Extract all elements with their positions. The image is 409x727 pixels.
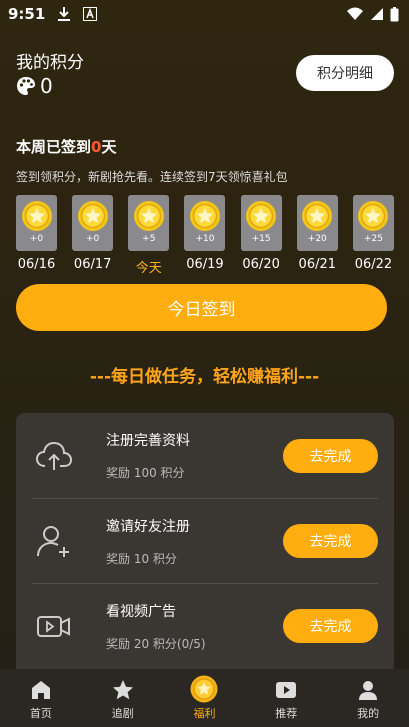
video-icon	[37, 616, 70, 637]
font-notification-icon	[83, 7, 98, 21]
coin-star-icon	[21, 201, 52, 231]
checkin-days-count: 0	[91, 138, 102, 156]
status-bar: 9:51	[0, 0, 409, 28]
coin-star-icon	[246, 201, 277, 231]
day-reward: +20	[307, 234, 327, 244]
welfare-star-icon	[190, 675, 218, 703]
day-reward: +0	[86, 234, 100, 244]
download-icon	[58, 7, 71, 21]
task-reward: 奖励 20 积分(0/5)	[106, 636, 206, 651]
checkin-day: +0 06/16	[16, 195, 57, 276]
coin-star-icon	[77, 201, 108, 231]
day-date: 06/16	[17, 257, 56, 272]
day-date: 06/19	[186, 257, 224, 272]
day-date: 06/20	[242, 257, 280, 272]
checkin-days: +0 06/16 +0 06/17 +5 今天 +10 06/19 +15 06…	[16, 195, 394, 276]
task-complete-button[interactable]: 去完成	[283, 609, 378, 643]
nav-label: 首页	[29, 707, 52, 720]
tasks-slogan: ---每日做任务，轻松赚福利---	[89, 367, 320, 387]
checkin-subtitle: 签到领积分，新剧抢先看。连续签到7天领惊喜礼包	[16, 170, 288, 184]
task-reward: 奖励 100 积分	[106, 466, 185, 480]
task-title: 看视频广告	[106, 603, 176, 620]
wifi-icon	[347, 7, 363, 20]
task-complete-button[interactable]: 去完成	[283, 524, 378, 558]
day-reward: +5	[142, 234, 156, 244]
battery-icon	[390, 6, 399, 21]
checkin-day: +10 06/19	[184, 195, 226, 276]
day-date: 06/22	[354, 257, 393, 272]
nav-item-follow[interactable]: 追剧	[82, 669, 164, 727]
task-item-register-profile: 注册完善资料 奖励 100 积分 去完成	[32, 413, 378, 498]
home-icon	[31, 681, 50, 699]
my-points-label: 我的积分	[16, 53, 84, 73]
coin-star-icon	[358, 201, 389, 231]
points-detail-button[interactable]: 积分明细	[296, 55, 394, 91]
nav-label: 我的	[357, 707, 380, 720]
status-time: 9:51	[8, 5, 46, 23]
day-reward: +15	[251, 234, 271, 244]
coin-star-icon	[302, 201, 333, 231]
task-title: 注册完善资料	[106, 433, 190, 449]
play-icon	[276, 682, 297, 698]
day-reward: +25	[363, 234, 383, 244]
task-reward: 奖励 10 积分	[106, 551, 177, 566]
checkin-day: +0 06/17	[72, 195, 114, 276]
checkin-day-card: +10	[184, 195, 226, 251]
nav-label: 福利	[193, 707, 216, 720]
week-checkin-title: 本周已签到0天	[16, 138, 117, 156]
star-icon	[112, 680, 133, 700]
day-reward: +10	[195, 234, 215, 244]
checkin-day-card: +15	[240, 195, 282, 251]
nav-item-welfare[interactable]: 福利	[164, 669, 246, 727]
nav-label: 推荐	[275, 707, 298, 720]
task-item-watch-ad: 看视频广告 奖励 20 积分(0/5) 去完成	[32, 583, 378, 668]
checkin-day: +20 06/21	[296, 195, 338, 276]
points-display: 0	[16, 74, 53, 98]
checkin-day-card: +5	[128, 195, 170, 251]
checkin-day-today[interactable]: +5 今天	[128, 195, 170, 276]
checkin-day: +15 06/20	[240, 195, 282, 276]
points-value: 0	[40, 74, 53, 98]
palette-icon	[17, 77, 35, 95]
nav-item-recommend[interactable]: 推荐	[245, 669, 327, 727]
checkin-day: +25 06/22	[352, 195, 394, 276]
checkin-day-card: +20	[296, 195, 338, 251]
cloud-upload-icon	[35, 441, 73, 470]
nav-item-mine[interactable]: 我的	[327, 669, 409, 727]
nav-label: 追剧	[111, 707, 134, 720]
day-date: 06/21	[298, 257, 337, 272]
task-title: 邀请好友注册	[106, 518, 190, 535]
coin-star-icon	[133, 201, 164, 231]
day-date: 06/17	[73, 257, 112, 272]
day-date-today: 今天	[135, 261, 162, 276]
task-complete-button[interactable]: 去完成	[283, 438, 378, 473]
task-item-invite-friend: 邀请好友注册 奖励 10 积分 去完成	[32, 498, 378, 583]
checkin-day-card: +0	[16, 195, 57, 251]
day-reward: +0	[29, 234, 44, 244]
add-user-icon	[37, 526, 69, 557]
checkin-day-card: +25	[352, 195, 394, 251]
task-panel: 注册完善资料 奖励 100 积分 去完成 邀请好友注册 奖励 10 积分 去完成…	[16, 413, 394, 683]
checkin-day-card: +0	[72, 195, 114, 251]
coin-star-icon	[189, 201, 220, 231]
bottom-nav: 首页 追剧 福利 推荐 我的	[0, 669, 409, 727]
nav-item-home[interactable]: 首页	[0, 669, 82, 727]
signal-icon	[371, 8, 383, 20]
daily-checkin-button[interactable]: 今日签到	[16, 284, 387, 331]
user-icon	[359, 681, 378, 700]
